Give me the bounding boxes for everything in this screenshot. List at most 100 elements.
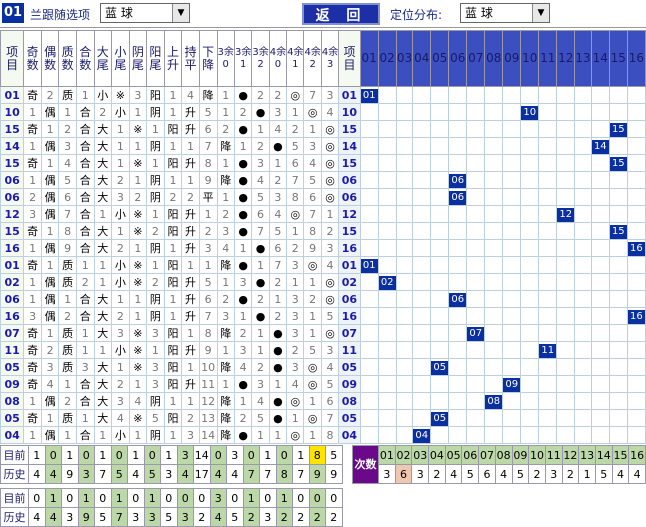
cell: 1 bbox=[268, 375, 288, 393]
cell: 升 bbox=[181, 239, 200, 257]
chevron-down-icon[interactable]: ▼ bbox=[172, 4, 189, 22]
cell: 1 bbox=[111, 154, 130, 172]
cell: 8 bbox=[58, 222, 77, 240]
position-cell bbox=[466, 137, 486, 155]
circle-icon: ◎ bbox=[320, 188, 340, 206]
cell: 偶 bbox=[40, 307, 60, 325]
cell: 质 bbox=[58, 409, 77, 427]
cell: 2 bbox=[146, 222, 165, 240]
cell: 合 bbox=[75, 120, 95, 138]
cell: 小 bbox=[111, 273, 130, 291]
cell: 1 bbox=[303, 426, 322, 444]
cell: 奇 bbox=[23, 341, 42, 359]
position-cell bbox=[412, 103, 432, 121]
circle-icon: ◎ bbox=[320, 154, 340, 172]
cell: 合 bbox=[75, 137, 95, 155]
dot-icon: ● bbox=[268, 341, 288, 359]
cell: 7 bbox=[58, 205, 77, 223]
position-cell bbox=[377, 120, 397, 138]
cell: 质 bbox=[58, 358, 77, 376]
position-box: 16 bbox=[628, 242, 645, 256]
history-value: 9 bbox=[77, 507, 95, 527]
cell: 1 bbox=[251, 256, 270, 274]
cell: 1 bbox=[23, 171, 42, 189]
circle-icon: ◎ bbox=[320, 324, 340, 342]
position-cell bbox=[590, 341, 610, 359]
ball-select[interactable]: 蓝 球 ▼ bbox=[100, 3, 190, 23]
cell: 奇 bbox=[23, 409, 42, 427]
cell: 7 bbox=[303, 86, 322, 104]
cell: 1 bbox=[111, 120, 130, 138]
position-cell bbox=[412, 188, 432, 206]
position-cell bbox=[574, 409, 592, 427]
position-header-12: 12 bbox=[556, 30, 576, 87]
cell: 1 bbox=[181, 324, 200, 342]
history-value: 4 bbox=[226, 464, 244, 484]
cell: 5 bbox=[303, 341, 322, 359]
cell: 2 bbox=[40, 86, 60, 104]
cell: 2 bbox=[111, 375, 130, 393]
position-cell bbox=[608, 392, 628, 410]
cell: 2 bbox=[216, 205, 235, 223]
history-value: 4 bbox=[44, 507, 62, 527]
cell: 1 bbox=[23, 273, 42, 291]
cell: 3 bbox=[286, 256, 305, 274]
position-cell bbox=[608, 324, 628, 342]
position-cell bbox=[556, 426, 576, 444]
issue-number: 05 bbox=[338, 409, 361, 427]
position-cell: 16 bbox=[626, 307, 646, 325]
current-value: 0 bbox=[77, 445, 95, 465]
cell: 质 bbox=[58, 324, 77, 342]
position-cell bbox=[502, 222, 522, 240]
position-select[interactable]: 蓝 球 ▼ bbox=[460, 3, 550, 23]
back-button[interactable]: 返 回 bbox=[302, 3, 380, 25]
cell: 偶 bbox=[40, 171, 60, 189]
issue-number: 06 bbox=[0, 171, 25, 189]
cell: 阳 bbox=[163, 375, 183, 393]
cell: 1 bbox=[216, 341, 235, 359]
cell: 大 bbox=[93, 239, 113, 257]
cell: 5 bbox=[198, 273, 218, 291]
cell: 阴 bbox=[146, 426, 165, 444]
cell: 2 bbox=[111, 307, 130, 325]
cell: 合 bbox=[75, 103, 95, 121]
cell: 奇 bbox=[23, 222, 42, 240]
cell: 1 bbox=[75, 256, 95, 274]
position-cell bbox=[538, 103, 558, 121]
cell: 1 bbox=[93, 273, 113, 291]
position-cell bbox=[448, 273, 468, 291]
current-value: 0 bbox=[259, 488, 277, 508]
cell: 合 bbox=[75, 188, 95, 206]
trend-table: 项目 奇数 偶数 质数 合数 大尾 小尾 阴尾 阳尾 上升 持平 下降 3余0 3余1 3余2 4余0 4余1 4… bbox=[0, 30, 646, 444]
cell: 1 bbox=[216, 375, 235, 393]
position-cell: 15 bbox=[608, 120, 628, 138]
cell: 1 bbox=[146, 120, 165, 138]
position-cell bbox=[538, 120, 558, 138]
cell: 1 bbox=[75, 341, 95, 359]
position-cell bbox=[359, 426, 379, 444]
chevron-down-icon[interactable]: ▼ bbox=[532, 4, 549, 22]
position-cell bbox=[520, 120, 540, 138]
mark-icon: ※ bbox=[128, 341, 148, 359]
cell: 大 bbox=[93, 171, 113, 189]
issue-number: 08 bbox=[0, 392, 25, 410]
position-cell bbox=[359, 137, 379, 155]
current-value: 0 bbox=[308, 488, 326, 508]
cell: 阳 bbox=[163, 222, 183, 240]
position-cell bbox=[608, 273, 628, 291]
cell: 降 bbox=[216, 324, 235, 342]
position-box: 15 bbox=[610, 123, 627, 137]
position-cell bbox=[520, 188, 540, 206]
position-cell bbox=[626, 188, 646, 206]
position-cell bbox=[608, 205, 628, 223]
cell: 2 bbox=[233, 103, 253, 121]
cell: 2 bbox=[93, 103, 113, 121]
circle-icon: ◎ bbox=[303, 103, 322, 121]
position-cell bbox=[448, 409, 468, 427]
position-cell: 12 bbox=[556, 205, 576, 223]
position-box: 07 bbox=[467, 327, 484, 341]
dot-icon: ● bbox=[233, 375, 253, 393]
history-value: 4 bbox=[28, 464, 46, 484]
header-13: 3余1 bbox=[233, 30, 253, 87]
header-8: 阳尾 bbox=[146, 30, 165, 87]
